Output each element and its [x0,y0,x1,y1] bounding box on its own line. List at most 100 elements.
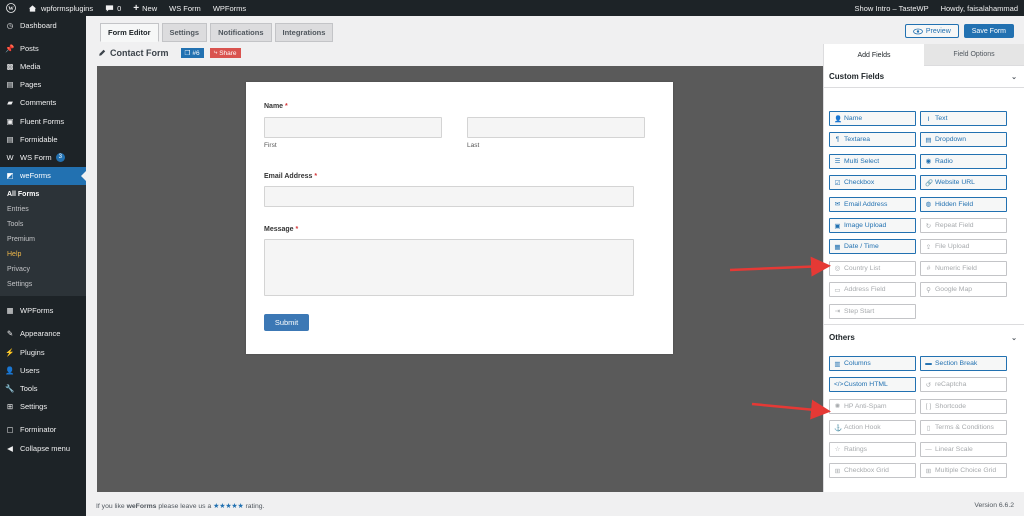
preview-button[interactable]: Preview [904,24,959,38]
add-field-checkbox-button[interactable]: ☑ Checkbox [829,175,916,191]
sidebar-item-settings[interactable]: ⊞ Settings [0,398,86,416]
add-field-multi-select-button[interactable]: ☰ Multi Select [829,153,916,169]
add-field-step-start-button[interactable]: ⇥ Step Start [829,303,916,319]
tab-settings[interactable]: Settings [161,23,208,42]
add-field-text-button[interactable]: Ⅰ Text [920,111,1007,126]
add-field-dropdown-button[interactable]: ▤ Dropdown [920,132,1007,148]
add-field-numeric-field-button[interactable]: # Numeric Field [920,260,1007,276]
sidebar-item-weforms[interactable]: ◩ weForms [0,166,86,185]
save-form-button[interactable]: Save Form [963,24,1014,38]
sidebar-item-users[interactable]: 👤 Users [0,361,86,379]
add-field-hidden-field-button[interactable]: ◍ Hidden Field [920,196,1007,212]
rating-stars-link[interactable]: ★★★★★ [213,503,243,510]
share-button[interactable]: ⤷ Share [209,48,241,58]
sidebar-item-posts[interactable]: 📌 Posts [0,39,86,57]
add-field-google-map-button[interactable]: ⚲ Google Map [920,282,1007,298]
submenu-item-privacy[interactable]: Privacy [0,262,86,277]
submenu-item-tools[interactable]: Tools [0,217,86,232]
message-textarea[interactable] [264,239,634,296]
add-field-custom-html-button[interactable]: </> Custom HTML [829,377,916,393]
tab-form-editor[interactable]: Form Editor [100,23,159,42]
tab-add-fields[interactable]: Add Fields [824,44,924,66]
adminbar-link-wpforms[interactable]: WPForms [207,0,252,16]
sidebar-item-label: Appearance [20,329,61,339]
plus-icon: + [133,2,140,14]
tab-field-options[interactable]: Field Options [924,44,1024,66]
add-field-textarea-button[interactable]: ¶ Textarea [829,132,916,148]
sidebar-item-comments[interactable]: ▰ Comments [0,94,86,112]
add-field-image-upload-button[interactable]: ▣ Image Upload [829,218,916,233]
add-field-radio-button[interactable]: ◉ Radio [920,153,1007,169]
submit-button[interactable]: Submit [264,314,309,331]
add-field-name-button[interactable]: 👤 Name [829,111,916,126]
form-title[interactable]: Contact Form [110,48,169,58]
add-field-repeat-field-button[interactable]: ↻ Repeat Field [920,218,1007,233]
add-field-terms-and-conditions-button[interactable]: ▯ Terms & Conditions [920,420,1007,436]
email-input[interactable] [264,186,634,207]
sidebar-item-label: Settings [20,402,48,412]
name-field-label[interactable]: Name * [264,103,288,110]
add-field-action-hook-button[interactable]: ⚓ Action Hook [829,420,916,436]
add-field-linear-scale-button[interactable]: — Linear Scale [920,441,1007,457]
sidebar-item-label: Forminator [20,425,57,435]
globe-icon: ◎ [834,265,841,273]
show-intro-link[interactable]: Show Intro – TasteWP [849,0,935,16]
adminbar-link-ws-form[interactable]: WS Form [163,0,207,16]
submenu-item-all-forms[interactable]: All Forms [0,187,86,202]
site-name-link[interactable]: wpformsplugins [22,0,99,16]
sidebar-item-media[interactable]: ▩ Media [0,57,86,75]
text-icon: Ⅰ [927,115,930,123]
custom-fields-header[interactable]: Custom Fields ⌄ [829,72,1017,81]
sidebar-item-plugins[interactable]: ⚡ Plugins [0,343,86,361]
submenu-item-help[interactable]: Help [0,247,86,262]
add-field-date-time-button[interactable]: ▦ Date / Time [829,239,916,255]
email-field-label[interactable]: Email Address * [264,173,317,180]
sidebar-item-forminator[interactable]: ▢ Forminator [0,421,86,439]
update-count-badge: 3 [55,152,66,162]
add-field-file-upload-button[interactable]: ⇪ File Upload [920,239,1007,255]
sidebar-item-tools[interactable]: 🔧 Tools [0,379,86,397]
tab-notifications[interactable]: Notifications [210,23,272,42]
tab-integrations[interactable]: Integrations [274,23,334,42]
sidebar-item-dashboard[interactable]: ◷ Dashboard [0,16,86,34]
others-header[interactable]: Others ⌄ [829,333,1017,342]
first-name-input[interactable] [264,117,442,138]
field-button-label: Multiple Choice Grid [935,467,997,474]
howdy-user-link[interactable]: Howdy, faisalahammad [935,0,1024,16]
comments-count: 0 [117,3,122,13]
wordpress-logo-icon[interactable]: W [0,0,22,16]
add-field-multiple-choice-grid-button[interactable]: ⊞ Multiple Choice Grid [920,463,1007,478]
add-field-ratings-button[interactable]: ☆ Ratings [829,441,916,457]
sidebar-item-pages[interactable]: ▤ Pages [0,76,86,94]
footer-brand: weForms [126,503,157,510]
add-field-checkbox-grid-button[interactable]: ⊞ Checkbox Grid [829,463,916,478]
add-field-section-break-button[interactable]: ▬ Section Break [920,356,1007,371]
new-content-link[interactable]: + New [127,0,163,16]
add-field-columns-button[interactable]: ▥ Columns [829,356,916,371]
collapse-icon: ◀ [7,443,13,453]
sidebar-item-appearance[interactable]: ✎ Appearance [0,325,86,343]
pencil-icon[interactable] [98,49,106,57]
formidable-icon: ▤ [6,134,14,144]
add-field-shortcode-button[interactable]: [ ] Shortcode [920,398,1007,414]
link-icon: 🔗 [925,179,934,187]
add-field-address-field-button[interactable]: ▭ Address Field [829,282,916,298]
sidebar-item-wpforms[interactable]: ▦ WPForms [0,302,86,320]
add-field-hp-anti-spam-button[interactable]: ✺ HP Anti-Spam [829,398,916,414]
form-id-badge[interactable]: ❐ #6 [180,48,204,58]
add-field-website-url-button[interactable]: 🔗 Website URL [920,175,1007,191]
add-field-email-address-button[interactable]: ✉ Email Address [829,196,916,212]
sidebar-item-collapse-menu[interactable]: ◀ Collapse menu [0,439,86,457]
wpforms-icon: ▦ [6,306,14,316]
comments-link[interactable]: 0 [99,0,127,16]
submenu-item-premium[interactable]: Premium [0,232,86,247]
add-field-recaptcha-button[interactable]: ↺ reCaptcha [920,377,1007,393]
submenu-item-entries[interactable]: Entries [0,202,86,217]
last-name-input[interactable] [467,117,645,138]
submenu-item-settings[interactable]: Settings [0,277,86,292]
add-field-country-list-button[interactable]: ◎ Country List [829,260,916,276]
sidebar-item-ws-form[interactable]: W WS Form 3 [0,148,86,166]
sidebar-item-fluent-forms[interactable]: ▣ Fluent Forms [0,112,86,130]
sidebar-item-formidable[interactable]: ▤ Formidable [0,130,86,148]
message-field-label[interactable]: Message * [264,226,298,233]
